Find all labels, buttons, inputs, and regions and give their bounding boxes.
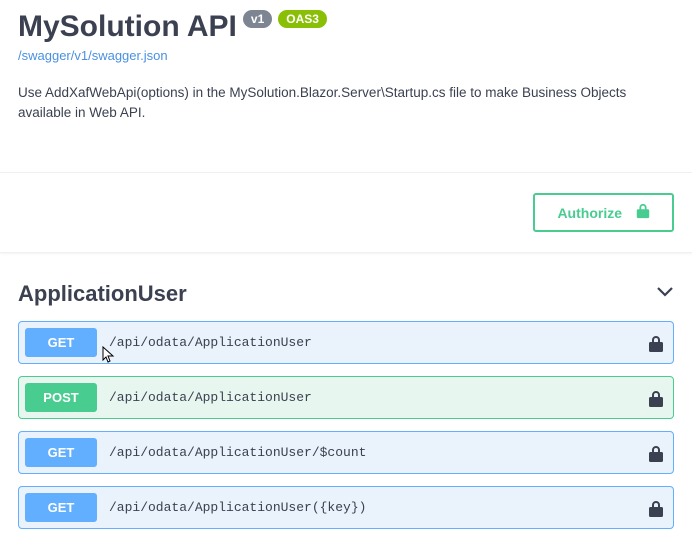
tag-section: ApplicationUser GET/api/odata/Applicatio… bbox=[0, 253, 692, 529]
api-title: MySolution API bbox=[18, 10, 237, 44]
operation-row[interactable]: GET/api/odata/ApplicationUser({key}) bbox=[18, 486, 674, 529]
tag-name: ApplicationUser bbox=[18, 281, 187, 307]
method-badge: POST bbox=[25, 383, 97, 412]
operation-path: /api/odata/ApplicationUser/$count bbox=[109, 445, 649, 460]
operation-path: /api/odata/ApplicationUser({key}) bbox=[109, 500, 649, 515]
method-badge: GET bbox=[25, 328, 97, 357]
operation-row[interactable]: GET/api/odata/ApplicationUser/$count bbox=[18, 431, 674, 474]
lock-icon bbox=[636, 203, 650, 222]
lock-icon[interactable] bbox=[649, 500, 663, 516]
method-badge: GET bbox=[25, 493, 97, 522]
scheme-bar: Authorize bbox=[0, 172, 692, 253]
tag-header[interactable]: ApplicationUser bbox=[18, 275, 674, 321]
operation-path: /api/odata/ApplicationUser bbox=[109, 390, 649, 405]
api-description: Use AddXafWebApi(options) in the MySolut… bbox=[18, 83, 674, 122]
operation-row[interactable]: GET/api/odata/ApplicationUser bbox=[18, 321, 674, 364]
operation-row[interactable]: POST/api/odata/ApplicationUser bbox=[18, 376, 674, 419]
method-badge: GET bbox=[25, 438, 97, 467]
oas-badge: OAS3 bbox=[278, 10, 327, 28]
authorize-button[interactable]: Authorize bbox=[533, 193, 674, 232]
spec-link[interactable]: /swagger/v1/swagger.json bbox=[18, 48, 168, 63]
operation-path: /api/odata/ApplicationUser bbox=[109, 335, 649, 350]
title-row: MySolution API v1 OAS3 bbox=[18, 10, 674, 44]
api-header: MySolution API v1 OAS3 /swagger/v1/swagg… bbox=[0, 0, 692, 122]
authorize-label: Authorize bbox=[557, 205, 622, 221]
lock-icon[interactable] bbox=[649, 335, 663, 351]
lock-icon[interactable] bbox=[649, 445, 663, 461]
version-badge: v1 bbox=[243, 10, 272, 28]
cursor-icon bbox=[101, 346, 115, 364]
operations-list: GET/api/odata/ApplicationUserPOST/api/od… bbox=[18, 321, 674, 529]
lock-icon[interactable] bbox=[649, 390, 663, 406]
chevron-down-icon bbox=[656, 285, 674, 303]
